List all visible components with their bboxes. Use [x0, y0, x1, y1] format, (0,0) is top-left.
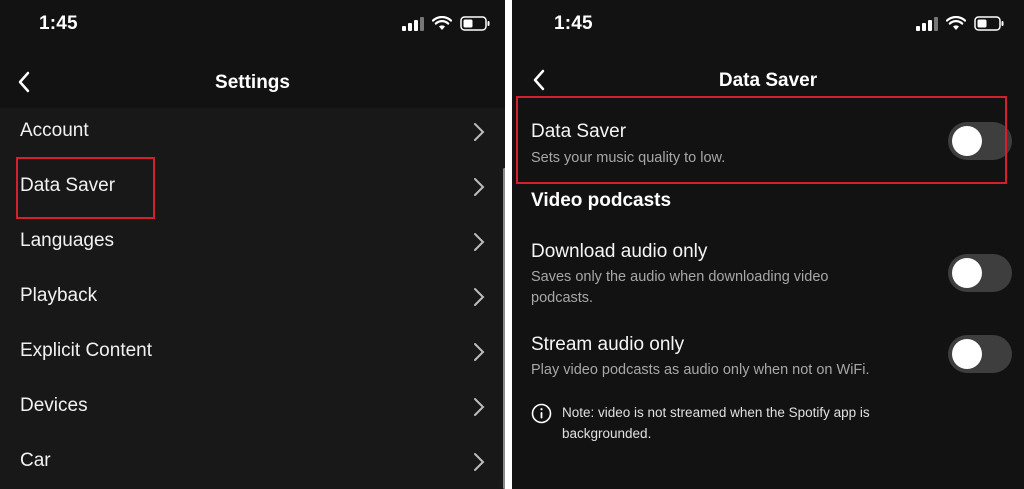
settings-item-explicit-content[interactable]: Explicit Content [0, 328, 505, 383]
status-icons [916, 16, 1004, 31]
download-audio-toggle[interactable] [948, 254, 1012, 292]
settings-item-devices[interactable]: Devices [0, 383, 505, 438]
status-bar: 1:45 [0, 0, 505, 50]
settings-item-label: Playback [20, 285, 98, 306]
page-title: Data Saver [718, 70, 818, 91]
status-time: 1:45 [39, 13, 78, 34]
settings-screen: 1:45 Settings Account Data Saver Languag… [0, 0, 505, 489]
signal-icon [402, 16, 424, 31]
chevron-right-icon [474, 453, 485, 471]
chevron-right-icon [474, 288, 485, 306]
battery-icon [974, 16, 1004, 31]
data-saver-screen: 1:45 Data Saver Data Saver Sets your mus… [512, 0, 1024, 489]
note-text: Note: video is not streamed when the Spo… [562, 405, 870, 441]
toggle-knob [952, 339, 982, 369]
section-header: Video podcasts [531, 190, 672, 211]
highlight-box [516, 96, 1007, 184]
status-time: 1:45 [554, 13, 593, 34]
settings-item-label: Explicit Content [20, 340, 153, 361]
status-icons [402, 16, 490, 31]
chevron-right-icon [474, 233, 485, 251]
nav-bar: Settings [0, 56, 505, 108]
setting-description: Saves only the audio when downloading vi… [531, 269, 829, 306]
settings-item-label: Account [20, 120, 89, 141]
settings-item-languages[interactable]: Languages [0, 218, 505, 273]
settings-item-label: Devices [20, 395, 88, 416]
settings-item-playback[interactable]: Playback [0, 273, 505, 328]
settings-item-label: Car [20, 450, 51, 471]
toggle-knob [952, 258, 982, 288]
wifi-icon [432, 16, 452, 30]
setting-description: Play video podcasts as audio only when n… [531, 362, 870, 378]
info-note: Note: video is not streamed when the Spo… [531, 402, 902, 444]
wifi-icon [946, 16, 966, 30]
info-icon [531, 403, 552, 424]
signal-icon [916, 16, 938, 31]
settings-item-label: Languages [20, 230, 115, 251]
divider [505, 0, 512, 489]
chevron-right-icon [474, 398, 485, 416]
battery-icon [460, 16, 490, 31]
settings-item-car[interactable]: Car [0, 438, 505, 489]
chevron-right-icon [474, 123, 485, 141]
stream-audio-toggle[interactable] [948, 335, 1012, 373]
chevron-right-icon [474, 343, 485, 361]
status-bar: 1:45 [512, 0, 1024, 50]
setting-title: Download audio only [531, 241, 708, 262]
highlight-box [16, 157, 155, 219]
settings-item-account[interactable]: Account [0, 108, 505, 163]
page-title: Settings [215, 72, 290, 93]
chevron-right-icon [474, 178, 485, 196]
